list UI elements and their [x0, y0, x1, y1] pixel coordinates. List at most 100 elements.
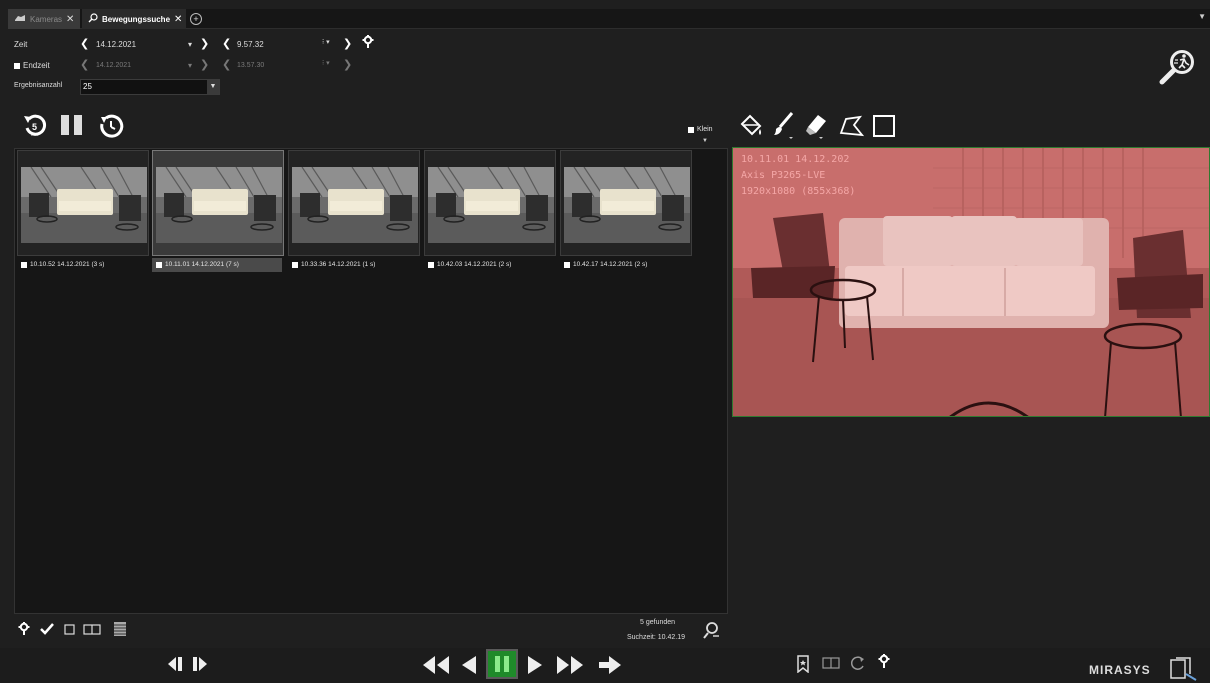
- time-stepper-icon[interactable]: ⁝ ▾: [322, 38, 330, 46]
- search-motion-icon[interactable]: [1158, 46, 1198, 86]
- thumbnail-caption[interactable]: 10.11.01 14.12.2021 (7 s): [152, 258, 282, 272]
- result-thumbnail[interactable]: [17, 150, 149, 256]
- brush-icon[interactable]: [772, 111, 796, 143]
- filmstrip-icon[interactable]: [113, 621, 127, 639]
- close-icon[interactable]: ✕: [174, 14, 182, 25]
- date-dropdown-icon[interactable]: ▾: [188, 40, 192, 49]
- result-thumbnail[interactable]: [152, 150, 284, 256]
- search-person-icon[interactable]: [703, 621, 721, 643]
- thumbnail-image: [156, 167, 282, 243]
- next-end-date-button[interactable]: ❯: [200, 60, 209, 71]
- results-count-value: 25: [83, 82, 92, 91]
- fast-rewind-icon[interactable]: [421, 654, 451, 678]
- thumbnail-caption[interactable]: 10.33.36 14.12.2021 (1 s): [288, 258, 418, 272]
- split-view-icon[interactable]: [83, 624, 101, 637]
- size-toggle-label: Klein: [697, 126, 713, 133]
- camera-view[interactable]: 10.11.01 14.12.202 Axis P3265-LVE 1920x1…: [732, 147, 1210, 417]
- thumbnail-image: [428, 167, 554, 243]
- polygon-icon[interactable]: [838, 113, 865, 141]
- time-label: Zeit: [14, 40, 28, 49]
- chevron-down-icon[interactable]: ▼: [207, 80, 219, 94]
- end-date-value[interactable]: 14.12.2021: [96, 62, 131, 69]
- thumbnail-caption-text: 10.33.36 14.12.2021 (1 s): [301, 261, 376, 268]
- tab-menu-icon[interactable]: ▼: [1198, 12, 1206, 21]
- rewind-5min-icon[interactable]: 5 min: [22, 113, 48, 141]
- svg-text:5: 5: [32, 122, 37, 132]
- tab-bewegungssuche[interactable]: Bewegungssuche ✕: [82, 9, 186, 29]
- checkbox-icon[interactable]: [292, 261, 298, 268]
- checkbox-icon: [14, 62, 20, 69]
- thumbnail-image: [564, 167, 690, 243]
- overlay-timestamp: 10.11.01 14.12.202: [741, 154, 850, 165]
- rectangle-icon[interactable]: [872, 114, 896, 140]
- brand-logo-text: MIRASYS: [1089, 663, 1151, 677]
- gear-icon[interactable]: [362, 35, 374, 51]
- layout-icon[interactable]: [822, 657, 840, 671]
- overlay-resolution: 1920x1080 (855x368): [741, 186, 856, 197]
- paint-bucket-icon[interactable]: [738, 113, 764, 141]
- tab-bar: Kameras ✕ Bewegungssuche ✕ + ▼: [8, 9, 1210, 29]
- size-toggle[interactable]: Klein: [688, 126, 713, 133]
- thumbnail-caption-text: 10.42.03 14.12.2021 (2 s): [437, 261, 512, 268]
- refresh-icon[interactable]: [850, 655, 866, 673]
- play-reverse-icon[interactable]: [458, 654, 478, 678]
- thumbnail-caption[interactable]: 10.42.17 14.12.2021 (2 s): [560, 258, 690, 272]
- bookmark-icon[interactable]: [796, 655, 810, 675]
- results-found-text: 5 gefunden: [640, 619, 676, 626]
- start-date-value[interactable]: 14.12.2021: [96, 40, 136, 49]
- endtime-label: Endzeit: [23, 61, 50, 70]
- thumbnail-image: [292, 167, 418, 243]
- pause-button[interactable]: [486, 649, 518, 679]
- camera-icon: [14, 14, 26, 24]
- checkbox-icon[interactable]: [564, 261, 570, 268]
- next-end-time-button[interactable]: ❯: [343, 60, 352, 71]
- result-thumbnail[interactable]: [288, 150, 420, 256]
- pause-icon: [495, 656, 509, 672]
- gear-icon[interactable]: [878, 654, 890, 672]
- end-time-stepper-icon[interactable]: ⁝ ▾: [322, 59, 330, 67]
- next-time-button[interactable]: ❯: [343, 39, 352, 50]
- eraser-icon[interactable]: [804, 111, 828, 143]
- start-time-value[interactable]: 9.57.32: [237, 40, 264, 49]
- gear-icon[interactable]: [18, 622, 30, 638]
- checkbox-icon[interactable]: [21, 261, 27, 268]
- next-frame-icon[interactable]: [191, 655, 209, 675]
- brand-logo-icon: [1168, 656, 1198, 683]
- tab-label: Kameras: [30, 14, 63, 24]
- end-date-dropdown-icon[interactable]: ▾: [188, 61, 192, 70]
- prev-date-button[interactable]: ❮: [80, 39, 89, 50]
- close-icon[interactable]: ✕: [66, 14, 74, 25]
- results-count-select[interactable]: [80, 79, 220, 95]
- checkbox-icon: [688, 126, 694, 133]
- search-motion-icon: [88, 13, 98, 25]
- checkmark-icon[interactable]: [40, 623, 54, 637]
- tab-kameras[interactable]: Kameras ✕: [8, 9, 80, 29]
- end-time-value[interactable]: 13.57.30: [237, 62, 264, 69]
- checkbox-icon[interactable]: [156, 261, 162, 268]
- thumbnail-caption-text: 10.42.17 14.12.2021 (2 s): [573, 261, 648, 268]
- clock-icon[interactable]: [98, 113, 124, 141]
- jump-icon[interactable]: [597, 654, 623, 678]
- result-thumbnail[interactable]: [560, 150, 692, 256]
- play-icon[interactable]: [526, 654, 546, 678]
- prev-end-time-button[interactable]: ❮: [222, 60, 231, 71]
- thumbnail-caption[interactable]: 10.42.03 14.12.2021 (2 s): [424, 258, 554, 272]
- prev-frame-icon[interactable]: [166, 655, 184, 675]
- chevron-down-icon[interactable]: ▼: [702, 138, 708, 144]
- result-thumbnail[interactable]: [424, 150, 556, 256]
- search-time-text: Suchzeit: 10.42.19: [627, 634, 685, 641]
- thumbnail-caption-text: 10.11.01 14.12.2021 (7 s): [165, 261, 239, 268]
- endtime-checkbox[interactable]: Endzeit: [14, 61, 50, 70]
- pause-icon[interactable]: [60, 114, 84, 138]
- results-count-label: Ergebnisanzahl: [14, 82, 63, 89]
- next-date-button[interactable]: ❯: [200, 39, 209, 50]
- tab-label: Bewegungssuche: [102, 14, 171, 24]
- thumbnail-caption-text: 10.10.52 14.12.2021 (3 s): [30, 261, 105, 268]
- thumbnail-caption[interactable]: 10.10.52 14.12.2021 (3 s): [17, 258, 147, 272]
- checkbox-icon[interactable]: [428, 261, 434, 268]
- add-tab-button[interactable]: +: [190, 13, 202, 25]
- checkbox-empty-icon[interactable]: [64, 624, 75, 637]
- fast-forward-icon[interactable]: [555, 654, 585, 678]
- prev-time-button[interactable]: ❮: [222, 39, 231, 50]
- prev-end-date-button[interactable]: ❮: [80, 60, 89, 71]
